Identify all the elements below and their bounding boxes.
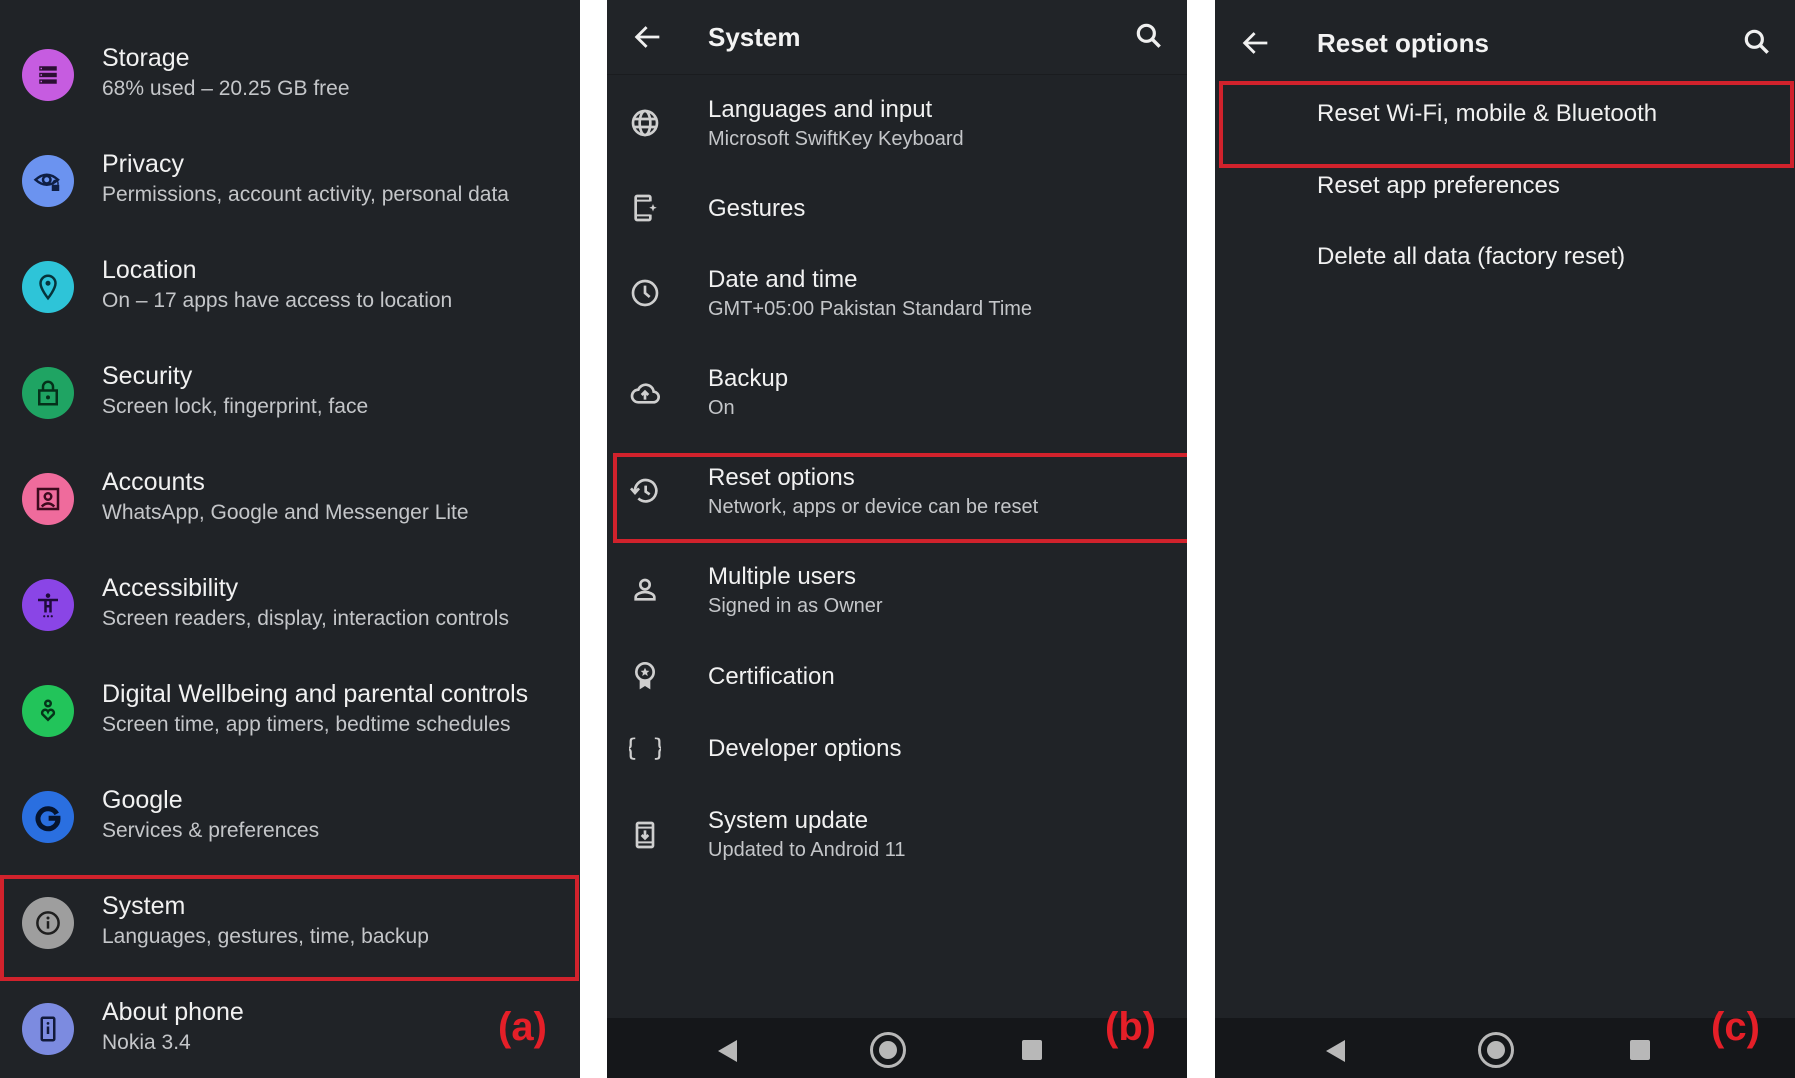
- google-icon: [22, 791, 74, 843]
- navigation-bar: [607, 1018, 1187, 1078]
- settings-item-accessibility[interactable]: Accessibility Screen readers, display, i…: [0, 552, 580, 658]
- gestures-phone-icon: [629, 192, 661, 224]
- item-title: Google: [102, 786, 183, 814]
- person-icon: [629, 574, 661, 606]
- page-title: System: [708, 22, 801, 52]
- item-subtitle: WhatsApp, Google and Messenger Lite: [102, 501, 469, 524]
- settings-item-location[interactable]: Location On – 17 apps have access to loc…: [0, 234, 580, 340]
- search-icon[interactable]: [1133, 20, 1165, 52]
- item-title: Date and time: [708, 266, 858, 293]
- item-title: Certification: [708, 663, 835, 690]
- item-subtitle: On: [708, 397, 735, 419]
- item-title: Languages and input: [708, 96, 933, 123]
- item-subtitle: Services & preferences: [102, 819, 320, 842]
- item-title: Backup: [708, 365, 789, 392]
- item-subtitle: Microsoft SwiftKey Keyboard: [708, 128, 964, 150]
- nav-home-icon[interactable]: [1478, 1032, 1514, 1068]
- settings-item-about-phone[interactable]: About phone Nokia 3.4: [0, 976, 580, 1078]
- panel-label-c: (c): [1711, 1005, 1760, 1049]
- system-item-multiple-users[interactable]: Multiple users Signed in as Owner: [607, 563, 1187, 621]
- settings-main-panel: Storage 68% used – 20.25 GB free Privacy…: [0, 0, 580, 1078]
- item-subtitle: Signed in as Owner: [708, 595, 883, 617]
- system-item-certification[interactable]: Certification: [607, 660, 1187, 696]
- system-item-reset-options[interactable]: Reset options Network, apps or device ca…: [607, 464, 1187, 522]
- accessibility-icon: [22, 579, 74, 631]
- item-subtitle: Permissions, account activity, personal …: [102, 183, 509, 206]
- item-title: Gestures: [708, 195, 806, 222]
- globe-icon: [629, 107, 661, 139]
- item-subtitle: Nokia 3.4: [102, 1031, 191, 1054]
- nav-back-icon[interactable]: [1326, 1040, 1345, 1062]
- privacy-eye-icon: [22, 155, 74, 207]
- badge-icon: [629, 660, 661, 692]
- panel-label-b: (b): [1105, 1005, 1157, 1049]
- settings-item-security[interactable]: Security Screen lock, fingerprint, face: [0, 340, 580, 446]
- item-subtitle: 68% used – 20.25 GB free: [102, 77, 350, 100]
- item-subtitle: Languages, gestures, time, backup: [102, 925, 429, 948]
- back-arrow-icon[interactable]: [631, 20, 665, 54]
- wellbeing-icon: [22, 685, 74, 737]
- system-item-system-update[interactable]: System update Updated to Android 11: [607, 807, 1187, 865]
- svg-text:{ }: { }: [629, 734, 661, 762]
- system-item-backup[interactable]: Backup On: [607, 365, 1187, 423]
- item-subtitle: Network, apps or device can be reset: [708, 496, 1039, 518]
- item-title: Accounts: [102, 468, 205, 496]
- nav-recents-icon[interactable]: [1630, 1040, 1650, 1060]
- page-title: Reset options: [1317, 28, 1489, 58]
- item-subtitle: Updated to Android 11: [708, 839, 906, 861]
- app-bar: System: [607, 0, 1187, 75]
- item-title: Reset options: [708, 464, 855, 491]
- settings-item-privacy[interactable]: Privacy Permissions, account activity, p…: [0, 128, 580, 234]
- reset-app-preferences[interactable]: Reset app preferences: [1317, 172, 1560, 200]
- settings-item-system[interactable]: System Languages, gestures, time, backup: [0, 870, 580, 976]
- item-subtitle: On – 17 apps have access to location: [102, 289, 453, 312]
- item-title: System: [102, 892, 186, 920]
- search-icon[interactable]: [1741, 26, 1773, 58]
- item-title: Location: [102, 256, 197, 284]
- settings-item-storage[interactable]: Storage 68% used – 20.25 GB free: [0, 22, 580, 128]
- settings-item-accounts[interactable]: Accounts WhatsApp, Google and Messenger …: [0, 446, 580, 552]
- system-item-gestures[interactable]: Gestures: [607, 192, 1187, 228]
- item-subtitle: GMT+05:00 Pakistan Standard Time: [708, 298, 1033, 320]
- reset-wifi-mobile-bluetooth[interactable]: Reset Wi-Fi, mobile & Bluetooth: [1317, 100, 1657, 128]
- item-subtitle: Screen time, app timers, bedtime schedul…: [102, 713, 511, 736]
- info-icon: [22, 897, 74, 949]
- system-item-date-time[interactable]: Date and time GMT+05:00 Pakistan Standar…: [607, 266, 1187, 324]
- cloud-upload-icon: [629, 377, 661, 409]
- factory-reset[interactable]: Delete all data (factory reset): [1317, 243, 1625, 271]
- history-icon: [629, 475, 661, 507]
- item-title: About phone: [102, 998, 244, 1026]
- item-subtitle: Screen lock, fingerprint, face: [102, 395, 369, 418]
- item-title: Digital Wellbeing and parental controls: [102, 680, 529, 708]
- item-title: Privacy: [102, 150, 184, 178]
- nav-back-icon[interactable]: [718, 1040, 737, 1062]
- system-item-languages[interactable]: Languages and input Microsoft SwiftKey K…: [607, 96, 1187, 154]
- nav-recents-icon[interactable]: [1022, 1040, 1042, 1060]
- storage-icon: [22, 49, 74, 101]
- item-title: Developer options: [708, 735, 902, 762]
- location-pin-icon: [22, 261, 74, 313]
- phone-info-icon: [22, 1003, 74, 1055]
- settings-item-google[interactable]: Google Services & preferences: [0, 764, 580, 870]
- item-title: Storage: [102, 44, 190, 72]
- back-arrow-icon[interactable]: [1239, 26, 1273, 60]
- system-settings-panel: System Languages and input Microsoft Swi…: [607, 0, 1187, 1078]
- navigation-bar: [1215, 1018, 1795, 1078]
- settings-item-digital-wellbeing[interactable]: Digital Wellbeing and parental controls …: [0, 658, 580, 764]
- account-box-icon: [22, 473, 74, 525]
- reset-options-panel: Reset options Reset Wi-Fi, mobile & Blue…: [1215, 0, 1795, 1078]
- clock-icon: [629, 277, 661, 309]
- item-subtitle: Screen readers, display, interaction con…: [102, 607, 509, 630]
- nav-home-icon[interactable]: [870, 1032, 906, 1068]
- item-title: Multiple users: [708, 563, 857, 590]
- panel-label-a: (a): [498, 1005, 547, 1049]
- lock-icon: [22, 367, 74, 419]
- system-item-developer-options[interactable]: { } Developer options: [607, 732, 1187, 768]
- system-update-icon: [629, 819, 661, 851]
- braces-icon: { }: [623, 732, 666, 764]
- item-title: System update: [708, 807, 869, 834]
- app-bar: Reset options: [1215, 0, 1795, 74]
- item-title: Accessibility: [102, 574, 239, 602]
- item-title: Security: [102, 362, 193, 390]
